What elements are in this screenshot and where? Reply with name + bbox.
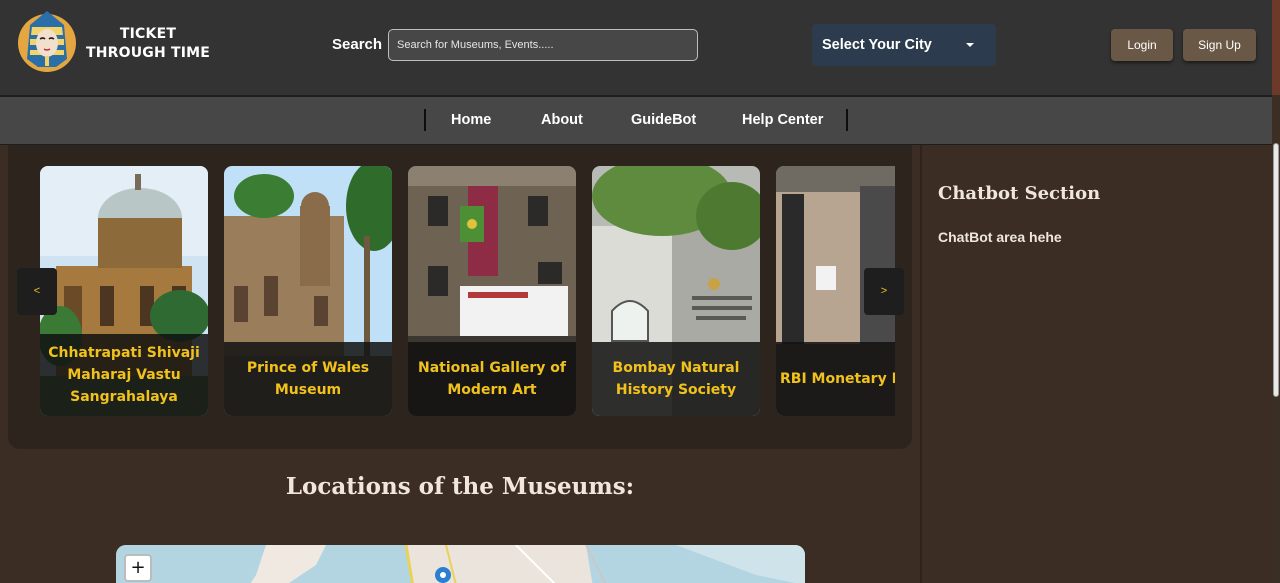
- login-button[interactable]: Login: [1111, 29, 1173, 61]
- museum-card-prince-of-wales[interactable]: Prince of Wales Museum: [224, 166, 392, 416]
- caret-down-icon: [966, 43, 974, 47]
- chatbot-panel: [920, 145, 1272, 583]
- nav-item-about[interactable]: About: [541, 112, 583, 128]
- map-tiles: [116, 545, 805, 583]
- brand-name: TICKET THROUGH TIME: [85, 26, 211, 61]
- search-input[interactable]: [388, 29, 698, 61]
- chatbot-body: ChatBot area hehe: [938, 229, 1062, 245]
- museum-card-title: Bombay Natural History Society: [592, 342, 760, 416]
- museum-card-title: Chhatrapati Shivaji Maharaj Vastu Sangra…: [40, 334, 208, 416]
- city-select[interactable]: Select Your City: [812, 24, 996, 66]
- nav-item-guidebot[interactable]: GuideBot: [631, 112, 696, 128]
- museum-card-title: RBI Monetary Museum: [776, 342, 895, 416]
- signup-button[interactable]: Sign Up: [1183, 29, 1256, 61]
- locations-heading: Locations of the Museums:: [285, 473, 635, 500]
- nav-divider-left: [424, 109, 426, 131]
- museum-carousel: Chhatrapati Shivaji Maharaj Vastu Sangra…: [40, 166, 895, 418]
- carousel-prev-button[interactable]: <: [17, 268, 57, 315]
- main-nav: Home About GuideBot Help Center: [0, 95, 1272, 145]
- scrollbar-edge: [1272, 0, 1280, 95]
- museum-card-bnhs[interactable]: Bombay Natural History Society: [592, 166, 760, 416]
- top-header: TICKET THROUGH TIME Search Select Your C…: [0, 0, 1280, 95]
- carousel-next-button[interactable]: >: [864, 268, 904, 315]
- museum-card-title: National Gallery of Modern Art: [408, 342, 576, 416]
- map-zoom-in-button[interactable]: +: [124, 554, 152, 582]
- nav-divider-right: [846, 109, 848, 131]
- museum-card-ngma[interactable]: National Gallery of Modern Art: [408, 166, 576, 416]
- city-select-label: Select Your City: [822, 37, 932, 53]
- nav-item-home[interactable]: Home: [451, 112, 491, 128]
- museum-card-title: Prince of Wales Museum: [224, 342, 392, 416]
- museum-card-csmvs[interactable]: Chhatrapati Shivaji Maharaj Vastu Sangra…: [40, 166, 208, 416]
- pharaoh-mask-logo-icon[interactable]: [18, 9, 76, 73]
- chatbot-title: Chatbot Section: [938, 183, 1101, 204]
- search-label: Search: [332, 36, 383, 53]
- nav-item-help-center[interactable]: Help Center: [742, 112, 823, 128]
- scrollbar-thumb[interactable]: [1273, 143, 1279, 397]
- museum-map[interactable]: [116, 545, 805, 583]
